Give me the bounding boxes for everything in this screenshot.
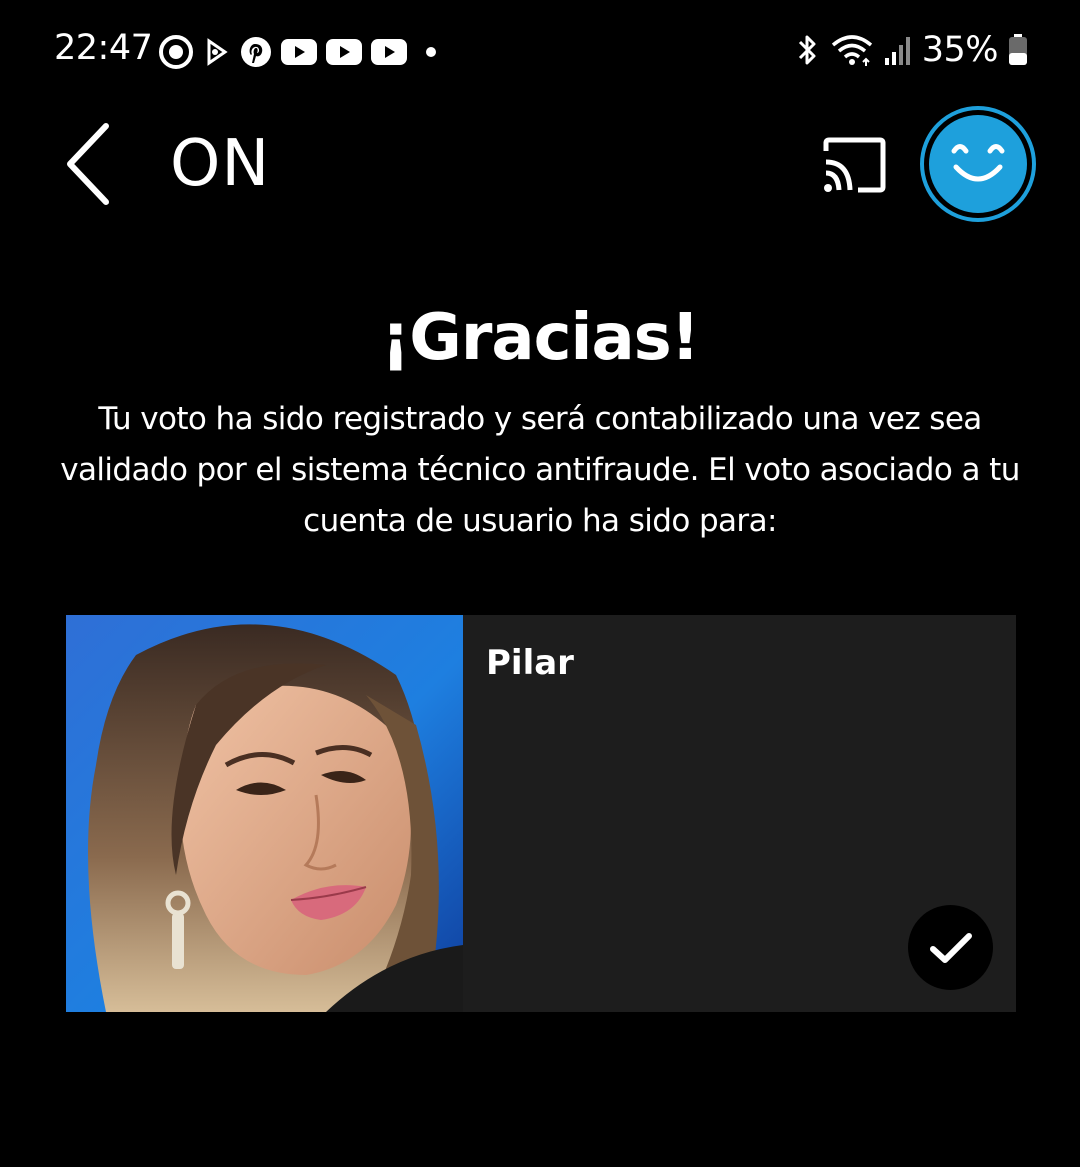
avatar-circle <box>929 115 1027 213</box>
battery-icon <box>1009 34 1027 65</box>
bluetooth-icon <box>798 35 816 65</box>
smiley-icon <box>951 144 1005 182</box>
app-header: ON <box>0 106 1080 222</box>
play-store-icon <box>207 38 228 66</box>
contestant-name: Pilar <box>486 643 574 683</box>
status-bar: 22:47 35% <box>0 0 1080 100</box>
more-dot-icon <box>426 47 436 57</box>
pinterest-icon <box>241 37 271 67</box>
voted-contestant-card: Pilar <box>66 615 1016 1012</box>
thanks-message: Tu voto ha sido registrado y será contab… <box>60 401 1020 539</box>
status-time: 22:47 <box>54 28 153 68</box>
vote-check-badge <box>908 905 993 990</box>
contestant-photo <box>66 615 463 1012</box>
check-icon <box>929 932 972 963</box>
thanks-title: ¡Gracias! <box>381 301 700 375</box>
youtube-icon <box>371 39 407 65</box>
system-status: 35% <box>794 28 1028 72</box>
signal-icon <box>884 37 910 65</box>
wifi-icon <box>831 35 872 66</box>
youtube-icon <box>326 39 362 65</box>
cast-icon <box>823 137 886 193</box>
circle-app-icon <box>159 35 193 69</box>
profile-avatar[interactable] <box>920 106 1036 222</box>
notification-icons <box>158 34 446 70</box>
chevron-left-icon <box>67 123 109 205</box>
back-button[interactable] <box>52 120 122 208</box>
battery-percent: 35% <box>921 30 999 70</box>
cast-button[interactable] <box>816 134 890 196</box>
app-title: ON <box>170 127 271 201</box>
youtube-icon <box>281 39 317 65</box>
